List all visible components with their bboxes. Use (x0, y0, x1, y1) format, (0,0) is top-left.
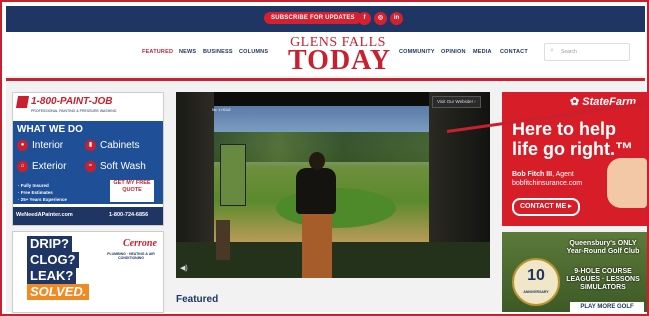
ad-golf-headline: Queensbury's ONLY Year-Round Golf Club (560, 240, 646, 256)
facebook-icon[interactable]: f (358, 12, 371, 25)
ad-plumbing[interactable]: DRIP? CLOG? LEAK? SOLVED. Cerrone PLUMBI… (12, 231, 164, 313)
ad-painter-website: WeNeedAPainter.com (16, 212, 73, 218)
nav-news[interactable]: NEWS (179, 49, 196, 55)
statefarm-agent-name: Bob Fitch III (512, 171, 553, 178)
ad-painter[interactable]: 1-800-PAINT-JOB PROFESSIONAL PAINTING & … (12, 92, 164, 226)
golf-bag (216, 220, 230, 260)
ad-painter-bullet: · 25+ Years Experience (18, 197, 67, 202)
statefarm-agent-title: , Agent (552, 171, 574, 178)
ad-golf-features: 9-HOLE COURSE LEAGUES · LESSONS SIMULATORS (560, 268, 646, 292)
spray-icon: ≈ (85, 161, 96, 172)
nav-business[interactable]: BUSINESS (203, 49, 233, 55)
ad-painter-footer: WeNeedAPainter.com 1-800-724-6856 (13, 207, 163, 225)
ad-golf-line: SIMULATORS (580, 284, 626, 291)
service-exterior: ⌂ Exterior (17, 161, 66, 172)
top-bar: SUBSCRIBE FOR UPDATES f ◎ in (6, 6, 645, 32)
instagram-icon[interactable]: ◎ (374, 12, 387, 25)
nav-media[interactable]: MEDIA (473, 49, 492, 55)
statefarm-agent: Bob Fitch III, Agent (512, 170, 574, 179)
paint-roller-icon: ● (17, 140, 28, 151)
simulator-side-panel (220, 144, 246, 206)
service-label: Interior (32, 140, 64, 152)
house-icon: ⌂ (17, 161, 28, 172)
linkedin-icon[interactable]: in (390, 12, 403, 25)
ad-golf-line: Year-Round Golf Club (566, 248, 640, 255)
ad-plumbing-solved: SOLVED. (27, 284, 90, 300)
video-overlay-text: No. 1 HOLE (212, 108, 231, 112)
ad-plumbing-line: LEAK? (27, 268, 77, 284)
seal-text: ANNIVERSARY (523, 290, 549, 294)
play-more-golf-button[interactable]: PLAY MORE GOLF (570, 302, 644, 312)
thumbs-up-icon (607, 158, 647, 208)
cabinet-icon: ▮ (85, 140, 96, 151)
ad-plumbing-line: DRIP? (27, 236, 72, 252)
service-interior: ● Interior (17, 140, 63, 151)
statefarm-agent-url: bobfitchinsurance.com (512, 180, 583, 187)
anniversary-seal: 10 ANNIVERSARY (512, 258, 560, 306)
subscribe-button[interactable]: SUBSCRIBE FOR UPDATES (264, 12, 362, 24)
ad-painter-phone: 1-800-PAINT-JOB (31, 96, 113, 107)
featured-video[interactable] (176, 92, 490, 278)
volume-icon[interactable]: ◀) (180, 264, 188, 272)
main-navbar: FEATURED NEWS BUSINESS COLUMNS GLENS FAL… (6, 32, 645, 77)
ad-golf-club[interactable]: Queensbury's ONLY Year-Round Golf Club 9-… (502, 232, 647, 312)
service-cabinets: ▮ Cabinets (85, 140, 139, 151)
ad-golf-line: LEAGUES · LESSONS (566, 276, 640, 283)
seal-number: 10 (527, 267, 545, 284)
search-placeholder: Search (561, 49, 577, 55)
ad-painter-tagline: PROFESSIONAL PAINTING & PRESSURE WASHING (31, 109, 117, 113)
ad-painter-footer-phone: 1-800-724-6856 (109, 212, 149, 218)
section-title-featured: Featured (176, 294, 219, 305)
ad-painter-bullet: · Fully Insured (18, 183, 49, 188)
ad-painter-header: 1-800-PAINT-JOB PROFESSIONAL PAINTING & … (13, 93, 163, 119)
golfer-legs (302, 210, 332, 278)
ad-painter-bullet: · Free Estimates (18, 190, 53, 195)
nav-community[interactable]: COMMUNITY (399, 49, 435, 55)
statefarm-contact-button[interactable]: CONTACT ME ▸ (512, 198, 580, 216)
nav-contact[interactable]: CONTACT (500, 49, 528, 55)
simulator-green (276, 188, 396, 228)
ad-painter-heading: WHAT WE DO (17, 124, 83, 135)
ad-golf-line: 9-HOLE COURSE (574, 268, 632, 275)
service-label: Exterior (32, 161, 67, 173)
statefarm-mark-icon: ✿ (570, 96, 580, 108)
ad-plumbing-brand: Cerrone (123, 238, 157, 249)
paint-drop-icon (15, 96, 30, 108)
ad-plumbing-brand-sub: PLUMBING · HEATING & AIR CONDITIONING (107, 252, 155, 260)
statefarm-headline-1: Here to help (512, 119, 617, 139)
nav-opinion[interactable]: OPINION (441, 49, 466, 55)
ad-plumbing-line: CLOG? (27, 252, 79, 268)
golfer-head (309, 152, 325, 170)
nav-featured[interactable]: FEATURED (142, 49, 173, 55)
service-soft-wash: ≈ Soft Wash (85, 161, 146, 172)
visit-website-button[interactable]: Visit Our Website! › (432, 96, 481, 108)
nav-columns[interactable]: COLUMNS (239, 49, 268, 55)
logo-today[interactable]: TODAY (288, 47, 390, 75)
service-label: Cabinets (100, 140, 140, 152)
search-icon: ⌕ (550, 47, 554, 54)
free-quote-badge[interactable]: GET MY FREE QUOTE (110, 180, 154, 202)
service-label: Soft Wash (100, 161, 146, 173)
statefarm-headline-2: life go right.™ (512, 139, 633, 159)
search-input[interactable]: ⌕ Search (544, 43, 630, 61)
ad-golf-line: Queensbury's ONLY (569, 240, 637, 247)
golfer-body (296, 168, 336, 214)
